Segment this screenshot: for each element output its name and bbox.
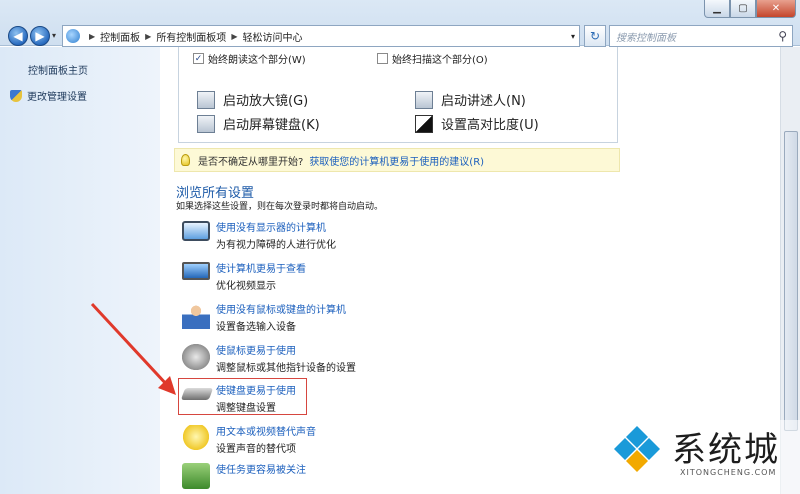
list-item-desc: 调整键盘设置 bbox=[216, 403, 276, 414]
list-item-title[interactable]: 使任务更容易被关注 bbox=[216, 461, 306, 476]
person-icon bbox=[182, 303, 210, 329]
magnifier-icon bbox=[197, 90, 215, 109]
start-narrator-link[interactable]: 启动讲述人(N) bbox=[415, 90, 526, 109]
list-item-keyboard-easier[interactable]: 使键盘更易于使用 调整键盘设置 bbox=[178, 378, 307, 415]
list-item-desc: 调整鼠标或其他指针设备的设置 bbox=[216, 363, 356, 374]
search-placeholder: 搜索控制面板 bbox=[616, 32, 676, 44]
list-item-title[interactable]: 使键盘更易于使用 bbox=[216, 382, 296, 397]
list-item-sound-alternatives[interactable]: 用文本或视频替代声音 设置声音的替代项 bbox=[182, 423, 452, 457]
list-item-easier-to-see[interactable]: 使计算机更易于查看 优化视频显示 bbox=[182, 260, 452, 294]
list-item-title[interactable]: 使鼠标更易于使用 bbox=[216, 342, 296, 357]
list-item-mouse-easier[interactable]: 使鼠标更易于使用 调整鼠标或其他指针设备的设置 bbox=[182, 342, 452, 376]
shield-icon bbox=[10, 89, 22, 102]
start-onscreen-keyboard-link[interactable]: 启动屏幕键盘(K) bbox=[197, 114, 320, 133]
list-item-focus-tasks[interactable]: 使任务更容易被关注 bbox=[182, 461, 452, 494]
browse-settings-description: 如果选择这些设置，则在每次登录时都将自动启动。 bbox=[176, 202, 384, 212]
set-high-contrast-label[interactable]: 设置高对比度(U) bbox=[441, 114, 539, 133]
maximize-button[interactable]: ▢ bbox=[730, 0, 756, 18]
onscreen-keyboard-icon bbox=[197, 114, 215, 133]
list-item-desc: 优化视频显示 bbox=[216, 281, 276, 292]
display-icon bbox=[182, 262, 210, 280]
list-item-no-display[interactable]: 使用没有显示器的计算机 为有视力障碍的人进行优化 bbox=[182, 219, 452, 253]
mouse-icon bbox=[182, 344, 210, 370]
start-magnifier-link[interactable]: 启动放大镜(G) bbox=[197, 90, 308, 109]
minimize-button[interactable]: ▁ bbox=[704, 0, 730, 18]
chevron-right-icon[interactable]: ▶ bbox=[231, 32, 237, 41]
back-button[interactable]: ◀ bbox=[8, 26, 28, 46]
start-magnifier-label[interactable]: 启动放大镜(G) bbox=[223, 90, 308, 109]
checkbox-always-read-label[interactable]: 始终朗读这个部分(W) bbox=[208, 51, 306, 66]
list-item-title[interactable]: 使计算机更易于查看 bbox=[216, 260, 306, 275]
list-item-no-mouse-keyboard[interactable]: 使用没有鼠标或键盘的计算机 设置备选输入设备 bbox=[182, 301, 452, 335]
watermark: 系统城 XITONGCHENG.COM bbox=[600, 420, 800, 494]
list-item-title[interactable]: 用文本或视频替代声音 bbox=[216, 423, 316, 438]
sidebar-item-home[interactable]: 控制面板主页 bbox=[28, 62, 88, 77]
address-dropdown-icon[interactable]: ▾ bbox=[571, 32, 575, 41]
breadcrumb-all-items[interactable]: 所有控制面板项 bbox=[156, 29, 226, 44]
refresh-button[interactable]: ↻ bbox=[584, 25, 606, 47]
address-bar[interactable]: ▶ 控制面板 ▶ 所有控制面板项 ▶ 轻松访问中心 ▾ bbox=[62, 25, 580, 47]
tip-prefix: 是否不确定从哪里开始? bbox=[198, 156, 304, 168]
forward-button[interactable]: ▶ bbox=[30, 26, 50, 46]
chevron-right-icon[interactable]: ▶ bbox=[145, 32, 151, 41]
search-icon[interactable]: ⚲ bbox=[778, 29, 787, 43]
recommendation-tip: 是否不确定从哪里开始? 获取使您的计算机更易于使用的建议(R) bbox=[174, 148, 620, 172]
lightbulb-icon bbox=[181, 154, 190, 166]
close-button[interactable]: ✕ bbox=[756, 0, 796, 18]
quick-access-panel: ✓ 始终朗读这个部分(W) 始终扫描这个部分(O) 启动放大镜(G) 启动讲述人… bbox=[178, 47, 618, 143]
checkbox-always-read[interactable]: ✓ 始终朗读这个部分(W) bbox=[193, 51, 306, 66]
chevron-right-icon[interactable]: ▶ bbox=[89, 32, 95, 41]
list-item-desc: 为有视力障碍的人进行优化 bbox=[216, 240, 336, 251]
high-contrast-icon bbox=[415, 114, 433, 133]
start-onscreen-keyboard-label[interactable]: 启动屏幕键盘(K) bbox=[223, 114, 320, 133]
search-input[interactable]: 搜索控制面板 ⚲ bbox=[609, 25, 793, 47]
control-panel-icon bbox=[66, 29, 80, 43]
narrator-icon bbox=[415, 90, 433, 109]
watermark-logo-icon bbox=[614, 426, 660, 472]
breadcrumb-ease-of-access[interactable]: 轻松访问中心 bbox=[242, 29, 302, 44]
keyboard-icon bbox=[180, 388, 214, 400]
speech-bubble-icon bbox=[182, 425, 210, 451]
sidebar-item-admin-label[interactable]: 更改管理设置 bbox=[27, 88, 87, 103]
checkbox-unchecked-icon[interactable] bbox=[377, 53, 388, 64]
list-item-desc: 设置声音的替代项 bbox=[216, 444, 296, 455]
checkbox-always-scan[interactable]: 始终扫描这个部分(O) bbox=[377, 51, 488, 66]
set-high-contrast-link[interactable]: 设置高对比度(U) bbox=[415, 114, 539, 133]
watermark-text: 系统城 bbox=[672, 430, 780, 470]
sidebar: 控制面板主页 更改管理设置 bbox=[0, 47, 160, 494]
start-narrator-label[interactable]: 启动讲述人(N) bbox=[441, 90, 526, 109]
watermark-subtext: XITONGCHENG.COM bbox=[680, 468, 777, 477]
list-item-title[interactable]: 使用没有显示器的计算机 bbox=[216, 219, 326, 234]
monitor-icon bbox=[182, 221, 210, 241]
checkbox-checked-icon[interactable]: ✓ bbox=[193, 53, 204, 64]
recent-pages-dropdown[interactable]: ▾ bbox=[52, 31, 56, 40]
checkbox-always-scan-label[interactable]: 始终扫描这个部分(O) bbox=[392, 51, 488, 66]
breadcrumb-control-panel[interactable]: 控制面板 bbox=[100, 29, 140, 44]
list-item-desc: 设置备选输入设备 bbox=[216, 322, 296, 333]
window-controls: ▁ ▢ ✕ bbox=[704, 0, 796, 18]
tasks-icon bbox=[182, 463, 210, 489]
scrollbar-thumb[interactable] bbox=[784, 131, 798, 431]
get-recommendations-link[interactable]: 获取使您的计算机更易于使用的建议(R) bbox=[309, 153, 484, 168]
sidebar-item-admin[interactable]: 更改管理设置 bbox=[10, 88, 87, 103]
list-item-title[interactable]: 使用没有鼠标或键盘的计算机 bbox=[216, 301, 346, 316]
